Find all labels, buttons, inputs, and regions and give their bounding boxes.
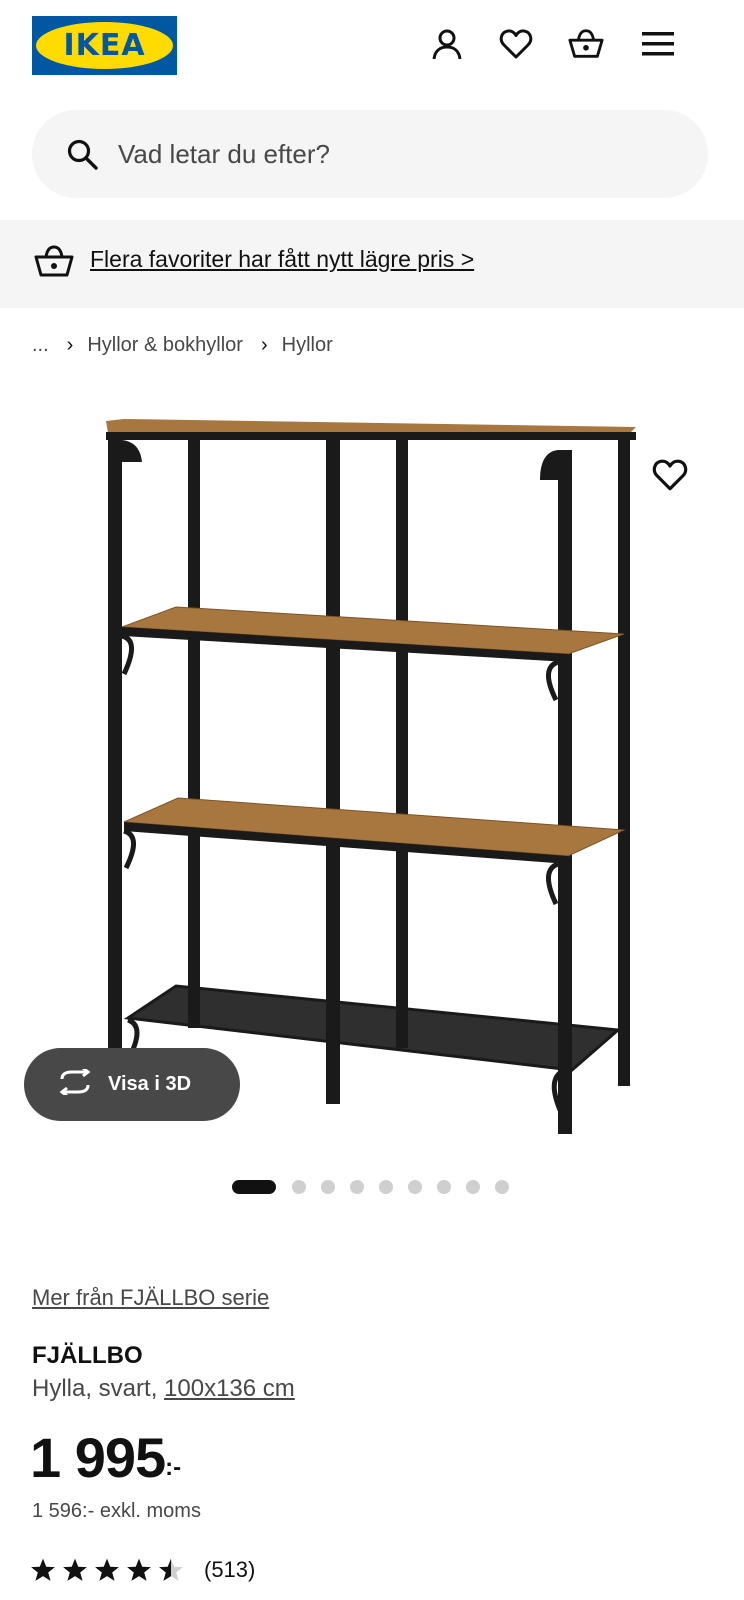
star-half-icon (159, 1558, 183, 1581)
logo-text: IKEA (63, 28, 146, 63)
top-header: IKEA (0, 0, 744, 96)
price-excl-vat: 1 596:- exkl. moms (32, 1500, 201, 1522)
product-size-link[interactable]: 100x136 cm (164, 1375, 295, 1402)
star-full-icon (31, 1558, 55, 1581)
carousel-dot[interactable] (466, 1180, 480, 1194)
star-full-icon (95, 1558, 119, 1581)
star-full-icon (63, 1558, 87, 1581)
menu-icon[interactable] (640, 26, 676, 62)
product-name: FJÄLLBO (32, 1342, 143, 1369)
star-full-icon (127, 1558, 151, 1581)
view-in-3d-button[interactable]: Visa i 3D (24, 1048, 240, 1121)
save-favorite-heart-icon[interactable] (652, 458, 690, 496)
breadcrumb-item-shelves[interactable]: Hyllor (282, 334, 333, 357)
basket-icon (34, 244, 74, 280)
product-image[interactable] (0, 385, 744, 1155)
shelf-illustration (106, 419, 636, 1134)
carousel-dot[interactable] (379, 1180, 393, 1194)
carousel-indicator (232, 1179, 524, 1195)
search-input[interactable] (118, 132, 678, 176)
profile-icon[interactable] (429, 26, 465, 62)
breadcrumb-ellipsis[interactable]: ... (32, 334, 49, 357)
carousel-dot[interactable] (495, 1180, 509, 1194)
rating-count: (513) (204, 1557, 256, 1582)
promo-link[interactable]: Flera favoriter har fått nytt lägre pris… (90, 246, 474, 273)
product-description: Hylla, svart, 100x136 cm (32, 1375, 295, 1403)
carousel-dot[interactable] (408, 1180, 422, 1194)
chevron-right-icon: › (66, 333, 74, 356)
breadcrumb-item-shelves-bookcases[interactable]: Hyllor & bokhyllor (87, 334, 243, 357)
basket-icon[interactable] (568, 26, 604, 62)
heart-icon[interactable] (498, 26, 534, 62)
rotate-3d-icon (56, 1066, 94, 1101)
price-suffix: :- (165, 1454, 182, 1481)
promo-banner[interactable]: Flera favoriter har fått nytt lägre pris… (0, 220, 744, 308)
product-rating[interactable]: (513) (30, 1556, 255, 1584)
carousel-dot-active[interactable] (232, 1180, 276, 1194)
carousel-dot[interactable] (437, 1180, 451, 1194)
breadcrumb: ... › Hyllor & bokhyllor › Hyllor (32, 330, 333, 360)
search-bar[interactable] (32, 110, 708, 198)
price-amount: 1 995 (30, 1426, 166, 1489)
product-price: 1 995 :- (30, 1430, 181, 1486)
carousel-dot[interactable] (321, 1180, 335, 1194)
chevron-right-icon: › (260, 333, 268, 356)
ikea-logo[interactable]: IKEA (32, 16, 177, 75)
carousel-dot[interactable] (292, 1180, 306, 1194)
product-type-color: Hylla, svart, (32, 1375, 165, 1402)
view-in-3d-label: Visa i 3D (108, 1073, 192, 1095)
search-icon[interactable] (66, 138, 98, 170)
carousel-dot[interactable] (350, 1180, 364, 1194)
series-link[interactable]: Mer från FJÄLLBO serie (32, 1285, 269, 1311)
